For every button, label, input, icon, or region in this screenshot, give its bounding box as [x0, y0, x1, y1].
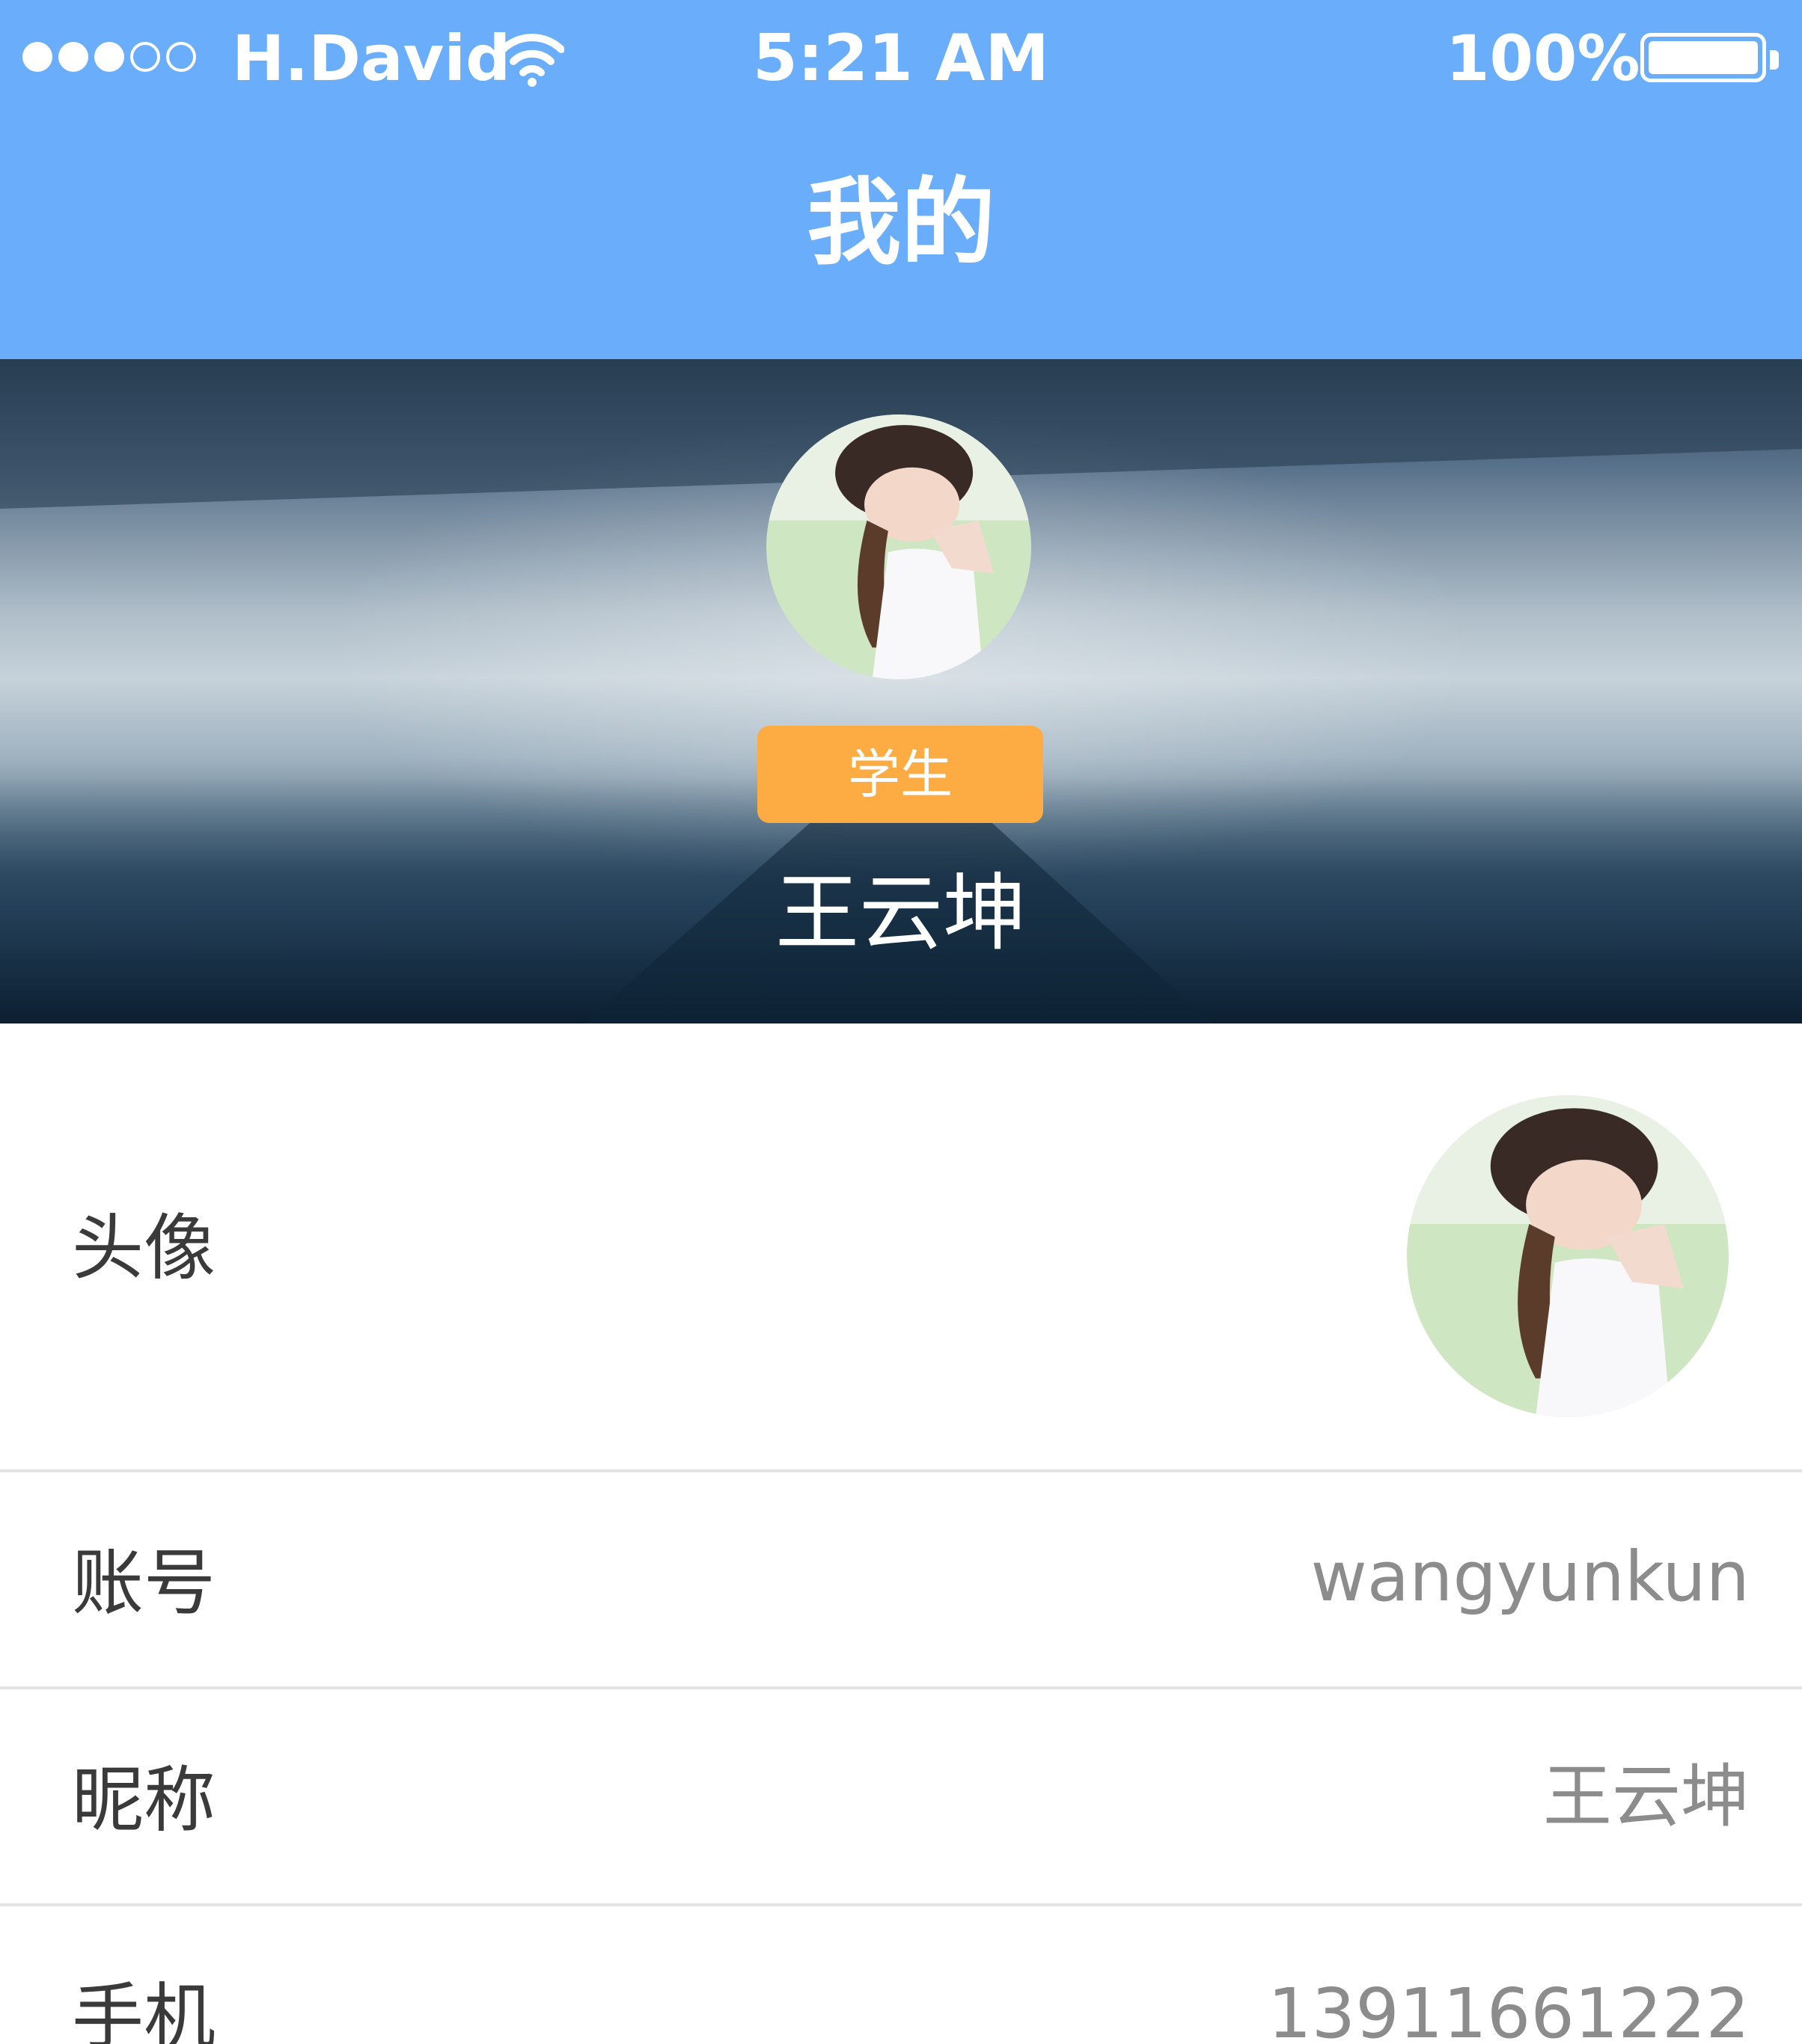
top-bar: H.David 5:21 AM 100% 我的	[0, 0, 1802, 359]
row-phone[interactable]: 手机 13911661222	[0, 1906, 1802, 2044]
row-value: 13911661222	[1268, 1974, 1750, 2044]
row-label: 手机	[72, 1975, 216, 2044]
profile-header-banner: 学生 王云坤	[0, 359, 1802, 1023]
profile-avatar[interactable]	[766, 414, 1031, 679]
status-bar: H.David 5:21 AM 100%	[0, 0, 1802, 120]
page-title: 我的	[807, 168, 995, 278]
avatar-photo	[1407, 1095, 1729, 1417]
profile-name: 王云坤	[775, 865, 1027, 962]
row-value: wangyunkun	[1310, 1537, 1750, 1617]
profile-screen: H.David 5:21 AM 100% 我的 学生 王云坤 头像 账号 wan…	[0, 0, 1802, 2044]
row-value: 王云坤	[1542, 1757, 1750, 1837]
row-label: 昵称	[72, 1758, 216, 1842]
row-label: 账号	[72, 1541, 216, 1625]
row-account[interactable]: 账号 wangyunkun	[0, 1472, 1802, 1686]
role-badge: 学生	[757, 726, 1043, 823]
row-nickname[interactable]: 昵称 王云坤	[0, 1689, 1802, 1903]
row-label: 头像	[72, 1206, 216, 1290]
row-avatar-image[interactable]	[1407, 1095, 1729, 1417]
row-avatar[interactable]: 头像	[0, 1023, 1802, 1471]
battery-percent: 100%	[1446, 22, 1640, 95]
battery-icon	[1640, 33, 1779, 82]
avatar-photo	[766, 414, 1031, 679]
